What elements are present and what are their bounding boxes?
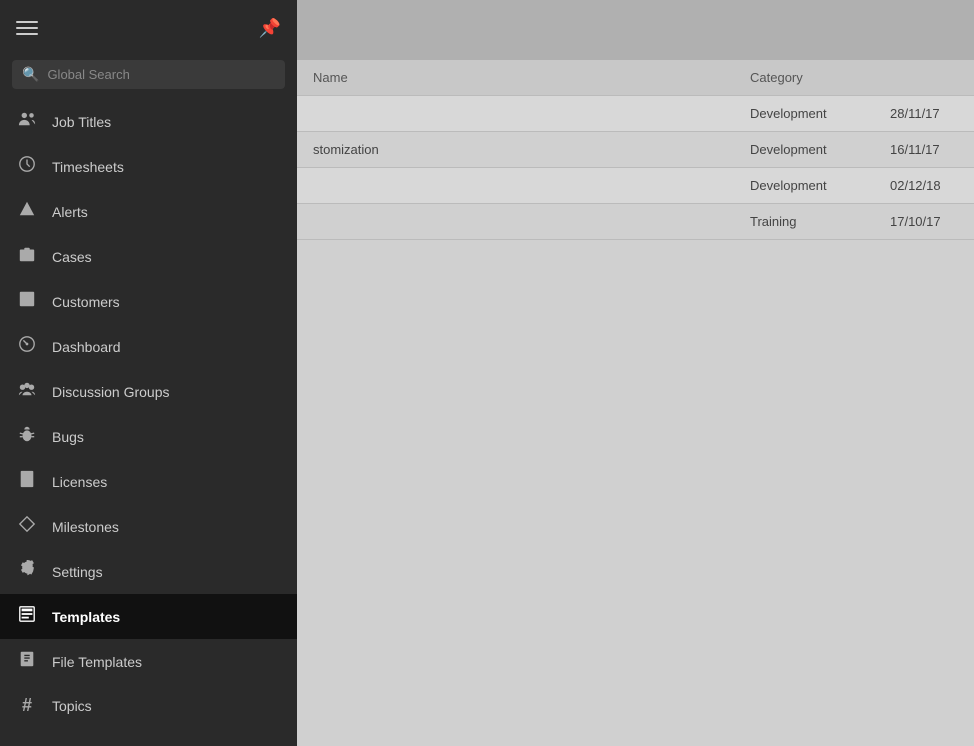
sidebar-item-label-timesheets: Timesheets [52, 159, 124, 175]
dashboard-icon [16, 335, 38, 358]
sidebar-item-settings[interactable]: Settings [0, 549, 297, 594]
sidebar-item-file-templates[interactable]: File Templates [0, 639, 297, 684]
sidebar-item-bugs[interactable]: Bugs [0, 414, 297, 459]
search-container: 🔍 [0, 56, 297, 99]
cell-date: 16/11/17 [874, 132, 974, 167]
sidebar: 📌 🔍 Job Titles Timesheets Alerts Cases Custo… [0, 0, 297, 746]
sidebar-item-label-topics: Topics [52, 698, 92, 714]
timesheets-icon [16, 155, 38, 178]
file-templates-icon [16, 650, 38, 673]
table-row[interactable]: stomizationDevelopment16/11/17 [297, 132, 974, 168]
licenses-icon [16, 470, 38, 493]
cell-category: Development [734, 168, 874, 203]
sidebar-header: 📌 [0, 0, 297, 56]
search-input[interactable] [47, 67, 275, 82]
sidebar-item-licenses[interactable]: Licenses [0, 459, 297, 504]
table-row[interactable]: Development02/12/18 [297, 168, 974, 204]
templates-icon [16, 605, 38, 628]
sidebar-item-label-job-titles: Job Titles [52, 114, 111, 130]
column-name-header: Name [297, 60, 734, 95]
table-area: Name Category Development28/11/17stomiza… [297, 60, 974, 240]
topics-icon: # [16, 695, 38, 716]
cell-category: Training [734, 204, 874, 239]
milestones-icon [16, 515, 38, 538]
cell-name: stomization [297, 132, 734, 167]
cell-date: 28/11/17 [874, 96, 974, 131]
main-inner: Name Category Development28/11/17stomiza… [297, 60, 974, 746]
table-row[interactable]: Development28/11/17 [297, 96, 974, 132]
table-header: Name Category [297, 60, 974, 96]
sidebar-item-label-licenses: Licenses [52, 474, 107, 490]
sidebar-item-label-file-templates: File Templates [52, 654, 142, 670]
sidebar-item-label-alerts: Alerts [52, 204, 88, 220]
search-icon: 🔍 [22, 66, 39, 83]
sidebar-item-dashboard[interactable]: Dashboard [0, 324, 297, 369]
bugs-icon [16, 425, 38, 448]
search-box: 🔍 [12, 60, 285, 89]
sidebar-item-label-templates: Templates [52, 609, 120, 625]
cell-category: Development [734, 96, 874, 131]
settings-icon [16, 560, 38, 583]
alerts-icon [16, 200, 38, 223]
sidebar-item-cases[interactable]: Cases [0, 234, 297, 279]
sidebar-item-alerts[interactable]: Alerts [0, 189, 297, 234]
customers-icon [16, 290, 38, 313]
cell-date: 02/12/18 [874, 168, 974, 203]
sidebar-item-label-settings: Settings [52, 564, 103, 580]
cell-name [297, 204, 734, 239]
cell-name [297, 168, 734, 203]
column-category-header: Category [734, 60, 874, 95]
sidebar-item-topics[interactable]: # Topics [0, 684, 297, 727]
job-titles-icon [16, 110, 38, 133]
sidebar-item-timesheets[interactable]: Timesheets [0, 144, 297, 189]
column-date-header [874, 60, 974, 95]
sidebar-item-label-bugs: Bugs [52, 429, 84, 445]
cases-icon [16, 245, 38, 268]
sidebar-item-discussion-groups[interactable]: Discussion Groups [0, 369, 297, 414]
sidebar-item-customers[interactable]: Customers [0, 279, 297, 324]
sidebar-item-label-milestones: Milestones [52, 519, 119, 535]
sidebar-item-job-titles[interactable]: Job Titles [0, 99, 297, 144]
sidebar-item-templates[interactable]: Templates [0, 594, 297, 639]
pin-icon[interactable]: 📌 [259, 18, 281, 39]
sidebar-item-milestones[interactable]: Milestones [0, 504, 297, 549]
cell-category: Development [734, 132, 874, 167]
sidebar-item-label-cases: Cases [52, 249, 92, 265]
table-row[interactable]: Training17/10/17 [297, 204, 974, 240]
hamburger-menu-button[interactable] [16, 21, 38, 35]
sidebar-item-label-dashboard: Dashboard [52, 339, 121, 355]
sidebar-item-label-customers: Customers [52, 294, 120, 310]
cell-date: 17/10/17 [874, 204, 974, 239]
cell-name [297, 96, 734, 131]
discussion-groups-icon [16, 380, 38, 403]
sidebar-item-label-discussion-groups: Discussion Groups [52, 384, 170, 400]
main-content: Name Category Development28/11/17stomiza… [297, 0, 974, 746]
